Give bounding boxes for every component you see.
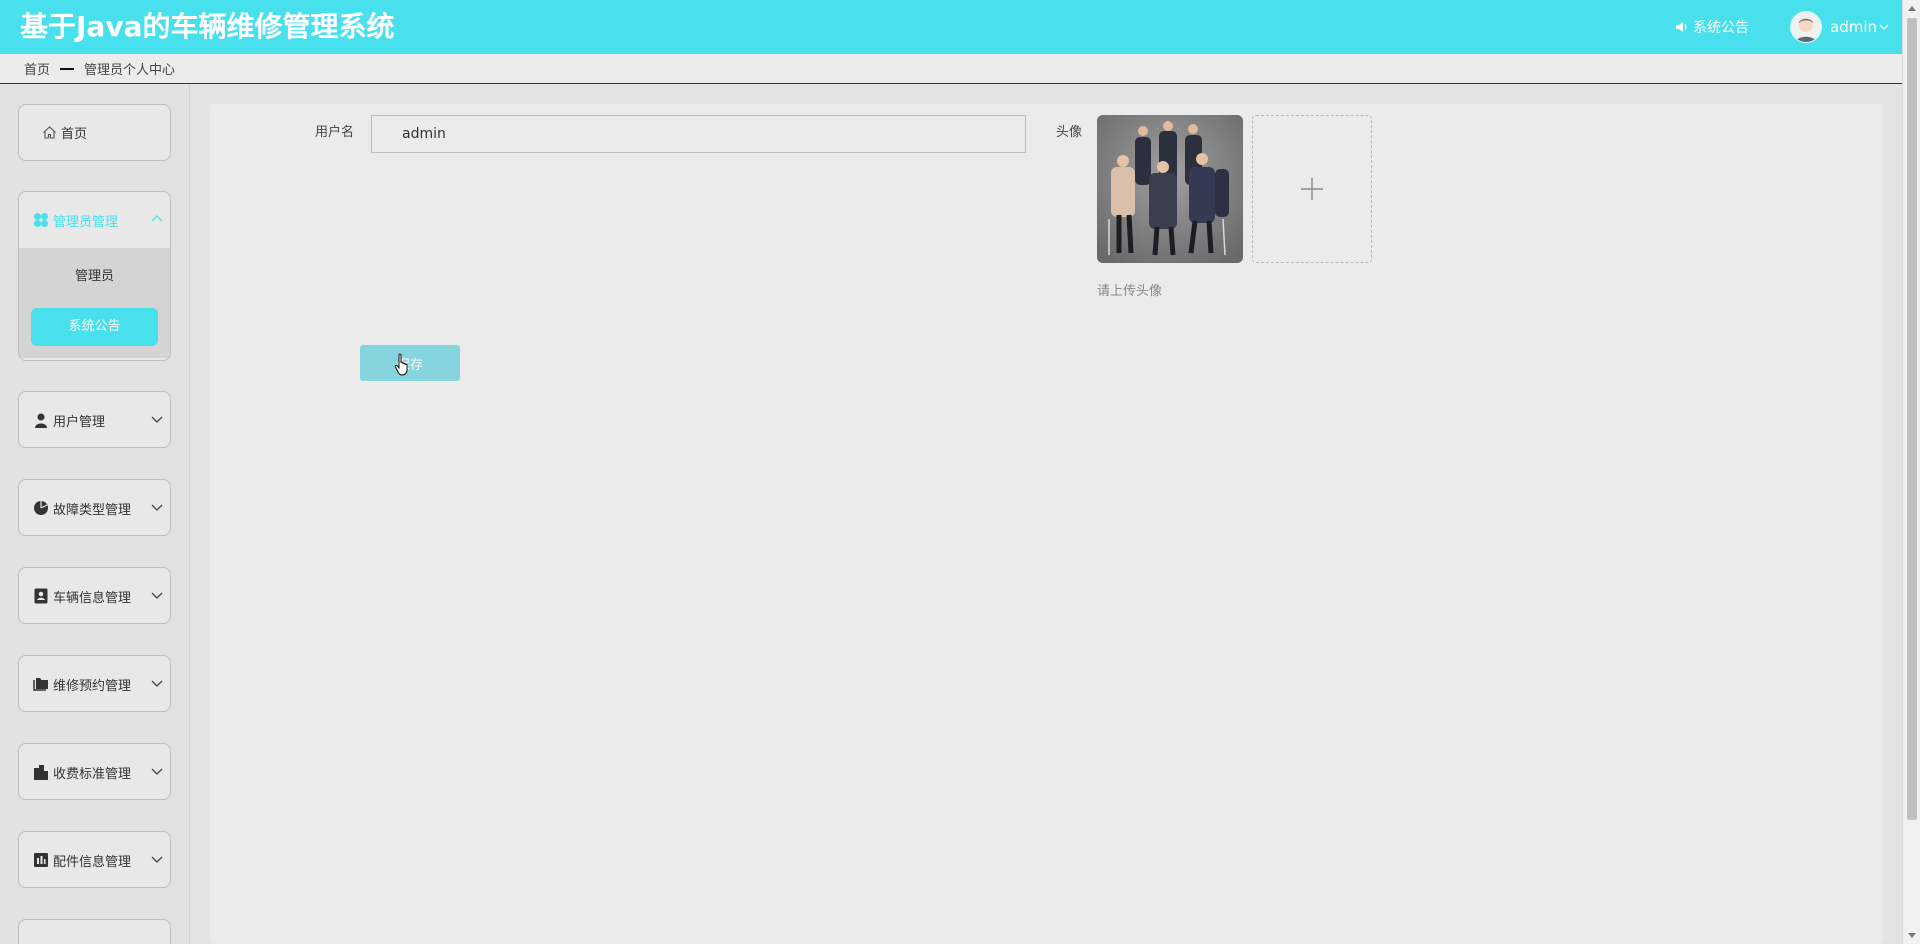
sidebar-group-label: 收费标准管理: [53, 766, 132, 782]
group-photo-image: [1097, 115, 1243, 263]
sidebar-item-label: 首页: [61, 127, 88, 142]
username-label: admin: [1830, 18, 1877, 36]
upload-hint: 请上传头像: [1097, 284, 1163, 299]
sidebar-item-system-notice[interactable]: 系统公告: [31, 308, 158, 346]
sidebar-group-partial[interactable]: [18, 919, 171, 944]
avatar: [1790, 11, 1822, 43]
breadcrumb-current: 管理员个人中心: [84, 63, 176, 78]
page-scrollbar[interactable]: [1902, 0, 1920, 944]
sidebar-item-home[interactable]: 首页: [18, 104, 171, 161]
chevron-down-icon: [151, 768, 163, 775]
sidebar-group-fault-type[interactable]: 故障类型管理: [18, 479, 171, 536]
save-button[interactable]: 保存: [360, 345, 460, 381]
sidebar-group-charge-standard[interactable]: 收费标准管理: [18, 743, 171, 800]
sidebar-group-label: 配件信息管理: [53, 854, 132, 870]
home-icon: [41, 125, 57, 141]
user-menu[interactable]: admin: [1790, 11, 1889, 43]
top-header: 基于Java的车辆维修管理系统 系统公告 admin: [0, 0, 1902, 54]
avatar-face-icon: [1796, 18, 1816, 42]
building-icon: [33, 764, 49, 780]
app-title: 基于Java的车辆维修管理系统: [20, 10, 395, 43]
sidebar-group-user[interactable]: 用户管理: [18, 391, 171, 448]
sidebar-group-label: 故障类型管理: [53, 502, 132, 518]
sidebar-group-repair-booking[interactable]: 维修预约管理: [18, 655, 171, 712]
sidebar-group-admin-header[interactable]: 管理员管理: [19, 192, 170, 248]
sidebar-group-parts-info[interactable]: 配件信息管理: [18, 831, 171, 888]
system-notice-label: 系统公告: [1693, 20, 1749, 36]
scroll-up-icon[interactable]: [1908, 6, 1916, 11]
breadcrumb-separator: [60, 67, 75, 70]
sidebar-group-label: 车辆信息管理: [53, 590, 132, 606]
sidebar-group-label: 维修预约管理: [53, 678, 132, 694]
chevron-down-icon: [151, 856, 163, 863]
sidebar-group-label: 管理员管理: [53, 214, 119, 230]
scroll-down-icon[interactable]: [1908, 933, 1916, 938]
sidebar: 首页 管理员管理 管理员 系统公告 用户管理 故障类型管理 车辆信息管理 维修预…: [0, 85, 190, 944]
scroll-thumb[interactable]: [1907, 18, 1917, 820]
sidebar-group-vehicle-info[interactable]: 车辆信息管理: [18, 567, 171, 624]
chevron-up-icon: [151, 215, 163, 222]
folder-icon: [33, 676, 49, 692]
username-input[interactable]: [371, 115, 1026, 153]
chevron-down-icon: [151, 416, 163, 423]
chevron-down-icon: [151, 504, 163, 511]
pie-icon: [33, 500, 49, 516]
speaker-icon: [1676, 22, 1687, 32]
sidebar-submenu: 管理员 系统公告: [19, 248, 170, 358]
sidebar-group-admin: 管理员管理 管理员 系统公告: [18, 191, 171, 361]
profile-form-panel: 用户名 头像: [210, 104, 1883, 944]
username-label: 用户名: [315, 125, 355, 140]
avatar-label: 头像: [1056, 125, 1083, 140]
contact-icon: [33, 588, 49, 604]
system-notice-link[interactable]: 系统公告: [1675, 17, 1749, 37]
user-icon: [33, 412, 49, 428]
plus-icon: [1301, 178, 1323, 200]
breadcrumb: 首页 管理员个人中心: [0, 54, 1902, 84]
breadcrumb-home[interactable]: 首页: [24, 59, 50, 78]
chevron-down-icon: [151, 680, 163, 687]
sidebar-item-admin[interactable]: 管理员: [31, 258, 158, 296]
chart-icon: [33, 852, 49, 868]
sidebar-group-label: 用户管理: [53, 414, 106, 430]
grid-icon: [33, 212, 49, 228]
avatar-photo: [1097, 115, 1243, 263]
chevron-down-icon: [1879, 24, 1889, 30]
avatar-upload-button[interactable]: [1252, 115, 1372, 263]
chevron-down-icon: [151, 592, 163, 599]
